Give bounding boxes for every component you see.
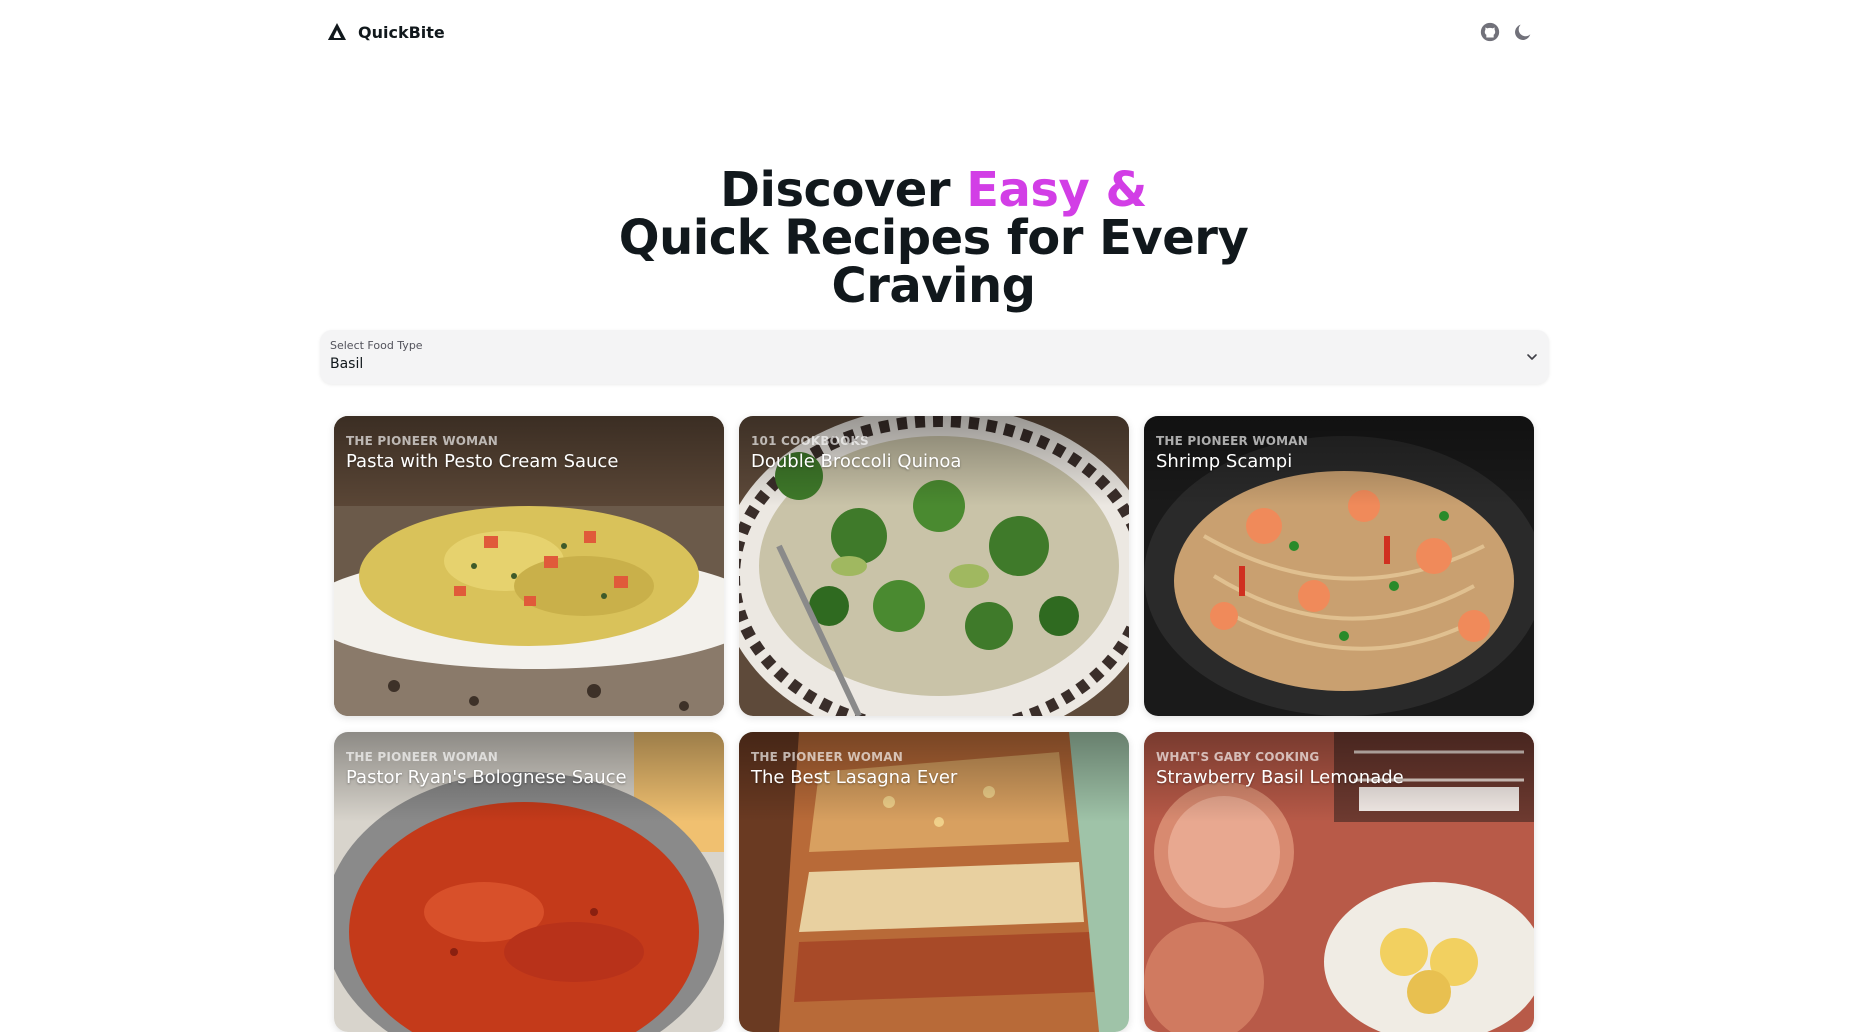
github-icon: [1480, 22, 1500, 42]
recipe-title: Pasta with Pesto Cream Sauce: [346, 451, 619, 472]
recipe-title: Shrimp Scampi: [1156, 451, 1293, 472]
food-type-value: Basil: [330, 356, 364, 372]
brand-link[interactable]: QuickBite: [326, 19, 445, 45]
github-link[interactable]: [1478, 20, 1502, 44]
chevron-down-icon: [1527, 354, 1537, 360]
recipe-card[interactable]: The Pioneer Woman Shrimp Scampi: [1144, 416, 1534, 716]
recipe-card[interactable]: The Pioneer Woman The Best Lasagna Ever: [739, 732, 1129, 1032]
navbar: QuickBite: [0, 0, 1867, 64]
recipe-card[interactable]: 101 Cookbooks Double Broccoli Quinoa: [739, 416, 1129, 716]
recipe-source: The Pioneer Woman: [1156, 434, 1309, 448]
hero: Discover Easy & Quick Recipes for Every …: [0, 166, 1867, 310]
recipe-source: The Pioneer Woman: [346, 434, 499, 448]
recipe-title: Double Broccoli Quinoa: [751, 451, 962, 472]
food-type-label: Select Food Type: [330, 339, 423, 352]
hero-title-line3: Craving: [831, 258, 1036, 314]
theme-toggle[interactable]: [1511, 20, 1535, 44]
recipe-source: The Pioneer Woman: [346, 750, 499, 764]
moon-icon: [1515, 24, 1531, 40]
recipe-title: The Best Lasagna Ever: [751, 767, 958, 788]
recipe-source: 101 Cookbooks: [751, 434, 869, 448]
brand-logo-icon: [328, 23, 346, 40]
food-type-select[interactable]: Select Food Type Basil: [320, 330, 1549, 384]
recipe-title: Pastor Ryan's Bolognese Sauce: [346, 767, 627, 788]
recipe-source: The Pioneer Woman: [751, 750, 904, 764]
recipe-source: What's Gaby Cooking: [1156, 750, 1320, 764]
recipe-card[interactable]: The Pioneer Woman Pastor Ryan's Bolognes…: [334, 732, 724, 1032]
recipe-title: Strawberry Basil Lemonade: [1156, 767, 1404, 788]
recipe-card[interactable]: The Pioneer Woman Pasta with Pesto Cream…: [334, 416, 724, 716]
hero-title: Discover Easy & Quick Recipes for Every …: [0, 166, 1867, 310]
recipe-grid: The Pioneer Woman Pasta with Pesto Cream…: [334, 416, 1534, 1032]
nav-actions: [1478, 20, 1535, 44]
recipe-card[interactable]: What's Gaby Cooking Strawberry Basil Lem…: [1144, 732, 1534, 1032]
brand-name: QuickBite: [358, 22, 445, 42]
